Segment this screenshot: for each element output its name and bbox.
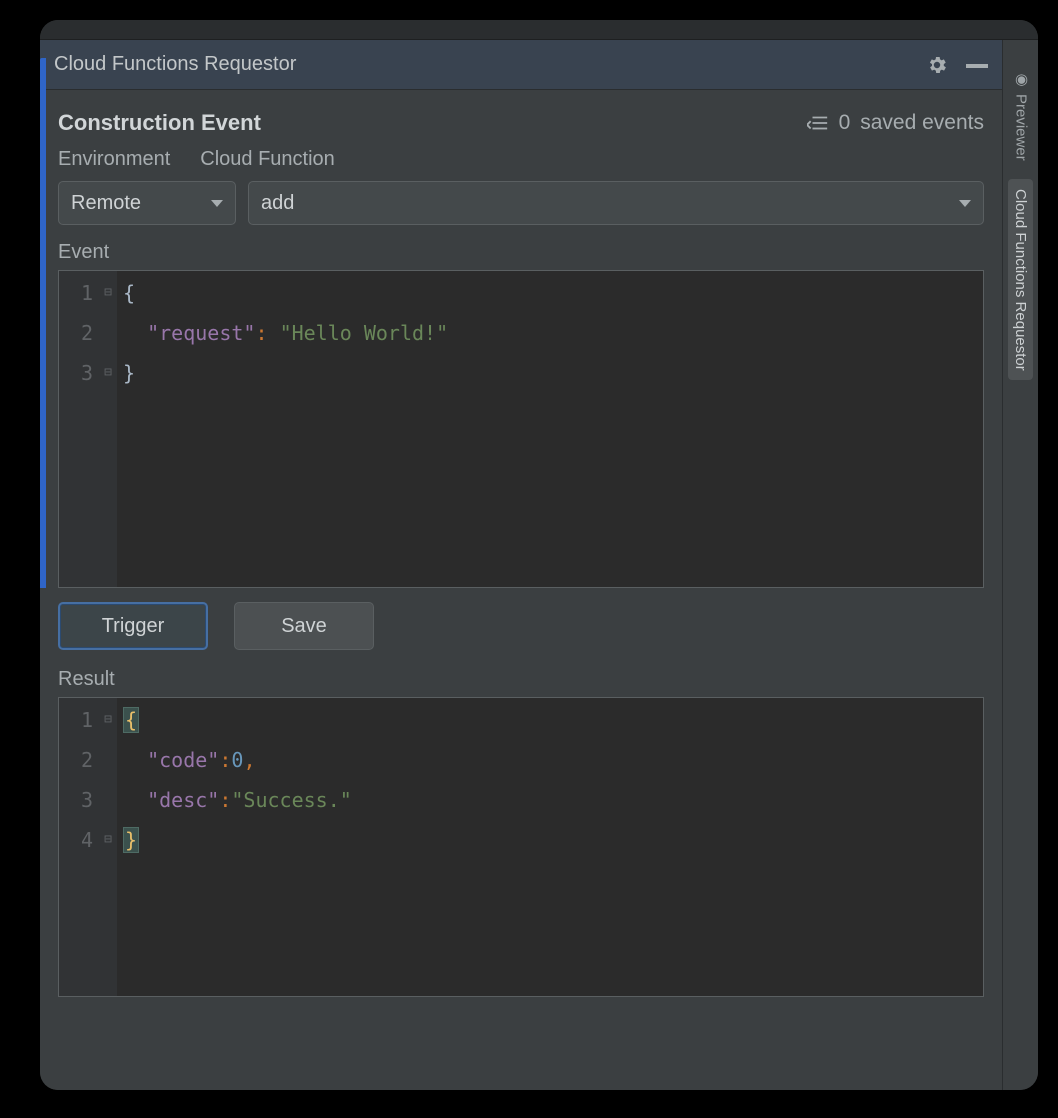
cloud-function-label: Cloud Function: [200, 148, 335, 171]
result-label: Result: [40, 662, 1002, 697]
environment-select[interactable]: Remote: [58, 181, 236, 225]
fold-icon[interactable]: ⊟: [99, 273, 117, 313]
saved-events-count: 0: [839, 111, 851, 135]
panel-header: Cloud Functions Requestor: [40, 40, 1002, 90]
environment-label: Environment: [58, 148, 170, 171]
event-label: Event: [40, 235, 1002, 270]
result-gutter: 1 2 3 4: [59, 698, 99, 996]
main-toolbar-blurred: [40, 20, 1038, 40]
saved-events-indicator[interactable]: 0 saved events: [807, 111, 984, 135]
editor-left-accent: [40, 58, 46, 588]
save-button[interactable]: Save: [234, 602, 374, 650]
cloud-function-value: add: [261, 192, 294, 215]
fold-icon[interactable]: ⊟: [99, 700, 117, 740]
cloud-functions-requestor-panel: Cloud Functions Requestor Construction E…: [40, 40, 1002, 1090]
event-code[interactable]: { "request": "Hello World!" }: [117, 271, 983, 587]
chevron-down-icon: [959, 200, 971, 207]
cloud-function-select[interactable]: add: [248, 181, 984, 225]
fold-end-icon[interactable]: ⊟: [99, 353, 117, 393]
environment-value: Remote: [71, 192, 141, 215]
tab-previewer[interactable]: ◉Previewer: [1008, 60, 1034, 171]
result-code: { "code":0, "desc":"Success." }: [117, 698, 983, 996]
saved-events-icon: [807, 114, 829, 132]
result-fold-column: ⊟ ⊟: [99, 698, 117, 996]
fold-end-icon[interactable]: ⊟: [99, 820, 117, 860]
eye-icon: ◉: [1012, 70, 1030, 88]
trigger-button[interactable]: Trigger: [58, 602, 208, 650]
event-fold-column: ⊟ ⊟: [99, 271, 117, 587]
tab-cloud-functions-requestor[interactable]: Cloud Functions Requestor: [1008, 179, 1033, 381]
event-gutter: 1 2 3: [59, 271, 99, 587]
result-viewer[interactable]: 1 2 3 4 ⊟ ⊟ { "code":0, "desc":"Success.…: [58, 697, 984, 997]
ide-window: Cloud Functions Requestor Construction E…: [40, 20, 1038, 1090]
gear-icon[interactable]: [926, 54, 948, 76]
minimize-icon[interactable]: [966, 64, 988, 68]
right-tool-tabs: ◉Previewer Cloud Functions Requestor: [1002, 40, 1038, 1090]
panel-title: Cloud Functions Requestor: [54, 53, 908, 76]
section-title: Construction Event: [58, 110, 807, 136]
chevron-down-icon: [211, 200, 223, 207]
saved-events-label: saved events: [860, 111, 984, 135]
event-editor[interactable]: 1 2 3 ⊟ ⊟ { "request": "Hello World!" }: [58, 270, 984, 588]
